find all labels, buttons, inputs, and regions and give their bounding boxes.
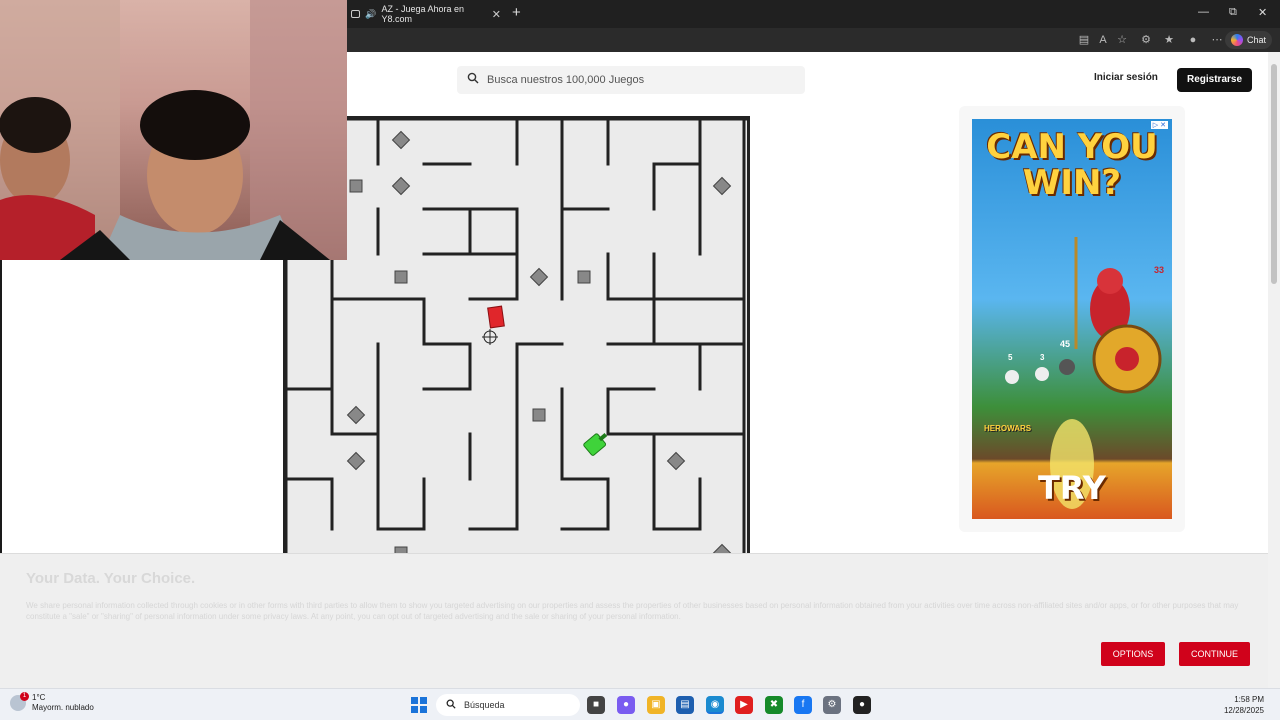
taskbar-search-label: Búsqueda	[464, 700, 505, 710]
windows-start-icon[interactable]	[411, 697, 427, 713]
webcam-figures	[0, 0, 347, 260]
ad-illustration	[1005, 237, 1162, 509]
continue-button[interactable]: CONTINUE	[1179, 642, 1250, 666]
ad-level-badge: 5	[1008, 353, 1013, 362]
webcam-overlay	[0, 0, 347, 260]
windows-taskbar: 1 1°C Mayorm. nublado Búsqueda ■ ● ▣ ▤ ◉…	[0, 688, 1280, 720]
window-close-icon[interactable]: ✕	[1258, 6, 1267, 19]
favorite-icon[interactable]: ☆	[1115, 33, 1129, 47]
ad-level-badge: 33	[1154, 265, 1165, 275]
copilot-logo-icon	[1230, 34, 1243, 46]
scrollbar-thumb[interactable]	[1271, 64, 1277, 284]
red-tank-player	[487, 305, 505, 329]
ad-container: ▷ ✕ CAN YOU WIN? 5 3 45 33 HEROWARS TRY	[959, 106, 1185, 532]
facebook-icon[interactable]: f	[794, 696, 812, 714]
page-scrollbar[interactable]	[1268, 52, 1280, 688]
extensions-icon[interactable]: ⚙	[1139, 33, 1153, 47]
login-link[interactable]: Iniciar sesión	[1094, 72, 1158, 83]
consent-title: Your Data. Your Choice.	[26, 570, 196, 587]
copilot-app-icon[interactable]: ●	[617, 696, 635, 714]
ad-level-badge: 45	[1060, 339, 1071, 349]
tab-close-icon[interactable]: ✕	[492, 8, 501, 21]
file-explorer-icon[interactable]: ▣	[647, 696, 665, 714]
left-blank-panel	[0, 260, 283, 553]
maze-game-canvas[interactable]	[283, 116, 750, 558]
browser-tab[interactable]: 🔊 AZ - Juega Ahora en Y8.com ✕	[347, 4, 507, 24]
ad-brand-logo: HEROWARS	[984, 424, 1032, 433]
consent-banner: Your Data. Your Choice. We share persona…	[0, 553, 1268, 688]
tab-favicon-icon	[351, 10, 361, 18]
search-icon	[467, 71, 479, 89]
consent-body: We share personal information collected …	[26, 601, 1239, 621]
settings-gear-icon[interactable]: ⚙	[823, 696, 841, 714]
store-icon[interactable]: ▤	[676, 696, 694, 714]
translate-icon[interactable]: ▤	[1077, 33, 1091, 47]
ad-try-button[interactable]: TRY	[972, 469, 1172, 507]
favorites-bar-icon[interactable]: ★	[1162, 33, 1176, 47]
task-view-icon[interactable]: ■	[587, 696, 605, 714]
register-button[interactable]: Registrarse	[1177, 68, 1252, 92]
xbox-icon[interactable]: ✖	[765, 696, 783, 714]
youtube-icon[interactable]: ▶	[735, 696, 753, 714]
crosshair-icon	[482, 329, 498, 345]
game-search-box[interactable]	[457, 66, 805, 94]
chat-label: Chat	[1246, 35, 1266, 45]
speaker-icon: 🔊	[365, 8, 377, 19]
options-button[interactable]: OPTIONS	[1101, 642, 1165, 666]
hero-wars-ad[interactable]: ▷ ✕ CAN YOU WIN? 5 3 45 33 HEROWARS TRY	[972, 119, 1172, 519]
read-aloud-icon[interactable]: A	[1096, 33, 1110, 47]
search-input[interactable]	[487, 74, 787, 86]
taskbar-clock[interactable]: 1:58 PM 12/28/2025	[1224, 694, 1264, 716]
app-notification-icon[interactable]: ●	[853, 696, 871, 714]
weather-alert-badge: 1	[20, 692, 29, 701]
tab-title: AZ - Juega Ahora en Y8.com	[381, 4, 465, 24]
copilot-chat-button[interactable]: Chat	[1224, 31, 1272, 49]
weather-desc: Mayorm. nublado	[32, 703, 94, 712]
search-icon	[446, 699, 456, 711]
weather-widget[interactable]: 1 1°C Mayorm. nublado	[10, 692, 94, 713]
window-maximize-icon[interactable]: ⧉	[1229, 6, 1237, 19]
new-tab-button[interactable]: +	[512, 4, 521, 22]
profile-avatar-icon[interactable]: ●	[1186, 33, 1200, 47]
more-menu-icon[interactable]: ⋯	[1210, 33, 1224, 47]
clock-date: 12/28/2025	[1223, 706, 1264, 715]
taskbar-search[interactable]: Búsqueda	[436, 694, 580, 716]
weather-temp: 1°C	[32, 693, 46, 702]
ad-level-badge: 3	[1040, 353, 1045, 362]
clock-time: 1:58 PM	[1234, 695, 1264, 704]
weather-icon: 1	[10, 692, 29, 711]
edge-browser-icon[interactable]: ◉	[706, 696, 724, 714]
maze-svg	[286, 119, 747, 555]
window-minimize-icon[interactable]: —	[1198, 6, 1209, 18]
